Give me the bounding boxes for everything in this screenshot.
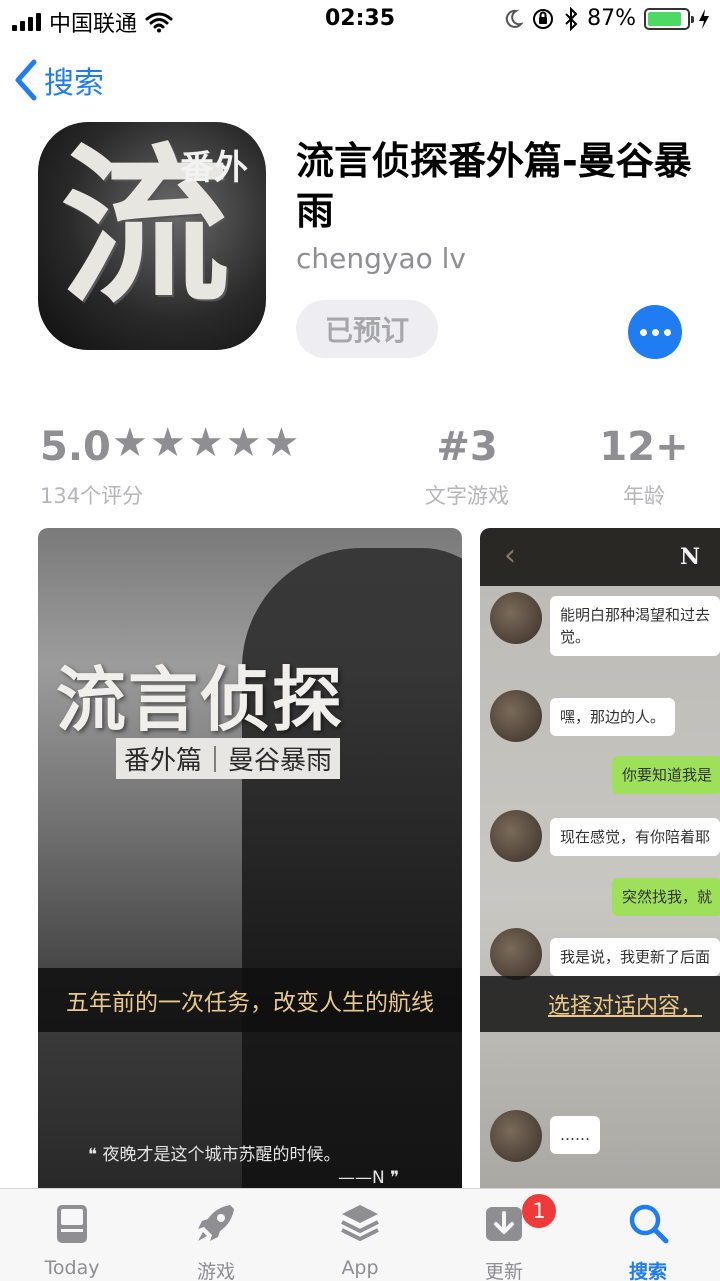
tab-label: 游戏 [196,1261,235,1281]
developer-link[interactable]: chengyao lv [296,242,466,275]
more-dot-icon [639,328,647,336]
battery-icon [644,7,694,30]
age-rating: 12+ [599,424,689,470]
screenshot-subtitle: 番外篇｜曼谷暴雨 [116,738,341,779]
moon-icon [505,9,524,28]
screenshot-banner-text: 选择对话内容， [548,994,703,1019]
bluetooth-icon [565,6,578,31]
more-dot-icon [663,328,671,336]
rotation-lock-icon [533,8,554,29]
screenshot-1[interactable]: 流言侦探 番外篇｜曼谷暴雨 五年前的一次任务，改变人生的航线 ❝ 夜晚才是这个城… [38,528,462,1208]
chart-rank[interactable]: #3 [420,424,514,470]
tab-search[interactable]: 搜索 [576,1189,720,1281]
more-options-button[interactable] [628,305,682,359]
screenshot-2[interactable]: ‹ N 能明白那种渴望和过去 觉。 嘿，那边的人。 你要知道我是 现在感觉，有你陪… [480,528,720,1208]
preordered-button[interactable]: 已预订 [296,300,438,358]
layers-icon [341,1205,379,1241]
screenshot-quote-author: ——N ❞ [338,1168,400,1188]
avatar [490,1110,542,1162]
back-button[interactable]: 搜索 [14,58,104,102]
chat-back-icon: ‹ [504,538,516,573]
back-label: 搜索 [44,66,104,101]
tab-apps[interactable]: App [288,1189,432,1281]
app-title: 流言侦探番外篇-曼谷暴雨 [296,139,692,233]
chat-bubble: 我是说，我更新了后面 [550,938,720,976]
rating-stars: ★★★★★ [112,420,302,466]
tab-label: 搜索 [628,1261,667,1281]
chat-bubble: 能明白那种渴望和过去 觉。 [550,596,720,656]
chat-header: ‹ N [480,528,720,586]
tab-label: App [341,1257,379,1279]
tab-label: Today [44,1257,100,1279]
tab-games[interactable]: 游戏 [144,1189,288,1281]
screenshot-banner: 五年前的一次任务，改变人生的航线 [38,968,462,1032]
updates-badge: 1 [522,1194,556,1228]
tab-label: 更新 [484,1261,523,1281]
app-icon: 流 番外 [38,122,266,350]
status-bar: 中国联通 02:35 87% [0,0,720,40]
avatar [490,810,542,862]
rating-count: 134个评分 [40,484,144,508]
today-icon [57,1205,87,1243]
charging-icon [699,8,709,29]
download-icon [486,1207,522,1241]
tab-today[interactable]: Today [0,1189,144,1281]
screenshot-title: 流言侦探 [56,658,344,741]
chat-bubble: 现在感觉，有你陪着耶 [550,818,720,856]
chat-bubble: 嘿，那边的人。 [550,698,676,736]
status-right: 87% [503,6,710,31]
rating-score: 5.0 [40,424,111,470]
chart-rank-label: 文字游戏 [425,484,509,508]
age-rating-label: 年龄 [623,484,665,508]
screenshot-quote: ❝ 夜晚才是这个城市苏醒的时候。 [88,1145,341,1165]
chat-bubble-self: 你要知道我是 [612,756,720,794]
screenshot-banner: 选择对话内容， [480,976,720,1032]
chat-bubble: …… [550,1116,600,1154]
chat-body: 能明白那种渴望和过去 觉。 嘿，那边的人。 你要知道我是 现在感觉，有你陪着耶 突… [480,586,720,1208]
chevron-left-icon [15,59,37,101]
screenshot-banner-text: 五年前的一次任务，改变人生的航线 [66,990,434,1016]
avatar [490,690,542,742]
search-icon [629,1204,669,1244]
battery-percent: 87% [587,6,636,31]
avatar [490,928,542,980]
chat-header-name: N [680,544,701,570]
avatar [490,592,542,644]
app-icon-subtitle: 番外 [180,148,248,188]
more-dot-icon [651,328,659,336]
rocket-icon [198,1205,234,1241]
tab-bar: Today 游戏 App 更新 搜索 [0,1188,720,1281]
chat-bubble-self: 突然找我，就 [612,878,720,916]
